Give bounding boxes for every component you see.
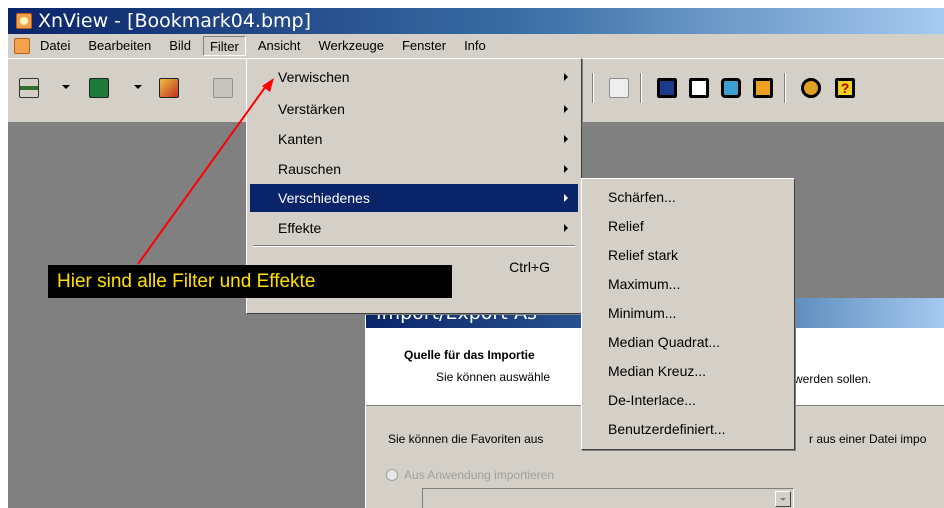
bookmark-tree-icon[interactable] [14, 73, 42, 101]
submenu-item-median-quadrat[interactable]: Median Quadrat... [585, 329, 791, 355]
submenu-arrow-icon [564, 73, 568, 81]
menu-shortcut: Ctrl+G [509, 259, 550, 275]
submenu-arrow-icon [564, 165, 568, 173]
help-icon[interactable]: ? [830, 73, 858, 101]
menu-item-verwischen[interactable]: Verwischen [250, 63, 578, 91]
menu-filter[interactable]: Filter [202, 36, 246, 56]
chevron-down-icon[interactable] [775, 491, 791, 507]
disabled-tool-icon[interactable] [208, 73, 236, 101]
toolbar-separator [592, 73, 594, 103]
submenu-item-schaerfen[interactable]: Schärfen... [585, 184, 791, 210]
submenu-arrow-icon [564, 194, 568, 202]
toolbar-separator [784, 73, 786, 103]
menu-item-label: Rauschen [278, 161, 342, 177]
menu-item-label: Verschiedenes [278, 190, 370, 206]
submenu-arrow-icon [564, 224, 568, 232]
menu-item-effekte[interactable]: Effekte [250, 214, 578, 242]
application-select[interactable] [422, 488, 794, 508]
submenu-item-relief[interactable]: Relief [585, 213, 791, 239]
open-image-icon[interactable] [84, 73, 112, 101]
menu-item-verschiedenes[interactable]: Verschiedenes [250, 184, 578, 212]
menu-item-rauschen[interactable]: Rauschen [250, 155, 578, 183]
print-icon[interactable] [684, 73, 712, 101]
menu-fenster[interactable]: Fenster [396, 36, 452, 56]
convert-icon[interactable] [716, 73, 744, 101]
verschiedenes-submenu: Schärfen... Relief Relief stark Maximum.… [581, 178, 795, 450]
screenshot-stage: XnView - [Bookmark04.bmp] Datei Bearbeit… [0, 0, 944, 508]
annotation-label: Hier sind alle Filter und Effekte [48, 265, 452, 298]
menu-werkzeuge[interactable]: Werkzeuge [312, 36, 390, 56]
menu-item-label: Verstärken [278, 101, 345, 117]
fullscreen-icon[interactable] [652, 73, 680, 101]
submenu-item-minimum[interactable]: Minimum... [585, 300, 791, 326]
system-menu-icon[interactable] [14, 38, 30, 54]
menu-bar: Datei Bearbeiten Bild Filter Ansicht Wer… [8, 34, 944, 58]
dialog-body-text-right: r aus einer Datei impo [809, 432, 927, 446]
menu-item-label: Kanten [278, 131, 323, 147]
camera-icon[interactable] [748, 73, 776, 101]
menu-separator [253, 245, 575, 247]
dialog-subtext: Sie können auswähle [436, 370, 551, 384]
menu-ansicht[interactable]: Ansicht [252, 36, 307, 56]
submenu-item-maximum[interactable]: Maximum... [585, 271, 791, 297]
menu-item-label: Verwischen [278, 69, 350, 85]
settings-icon[interactable] [796, 73, 824, 101]
window-titlebar[interactable]: XnView - [Bookmark04.bmp] [8, 8, 944, 34]
submenu-item-median-kreuz[interactable]: Median Kreuz... [585, 358, 791, 384]
radio-icon[interactable] [386, 469, 398, 481]
toolbar-separator [640, 73, 642, 103]
menu-bild[interactable]: Bild [163, 36, 197, 56]
page-icon[interactable] [604, 73, 632, 101]
menu-item-kanten[interactable]: Kanten [250, 125, 578, 153]
photo-icon[interactable] [154, 73, 182, 101]
menu-item-label: Effekte [278, 220, 322, 236]
import-from-app-radio[interactable]: Aus Anwendung importieren [386, 468, 554, 482]
window-title: XnView - [Bookmark04.bmp] [38, 10, 312, 32]
xnview-app-icon[interactable] [16, 13, 32, 29]
menu-info[interactable]: Info [458, 36, 492, 56]
submenu-item-relief-stark[interactable]: Relief stark [585, 242, 791, 268]
submenu-item-de-interlace[interactable]: De-Interlace... [585, 387, 791, 413]
dialog-heading: Quelle für das Importie [404, 348, 535, 362]
radio-label: Aus Anwendung importieren [404, 468, 555, 482]
submenu-item-benutzerdefiniert[interactable]: Benutzerdefiniert... [585, 416, 791, 442]
dialog-body-text: Sie können die Favoriten aus [388, 432, 544, 446]
dialog-subtext-right: werden sollen. [794, 372, 872, 386]
dropdown-arrow-icon[interactable] [62, 85, 70, 89]
menu-datei[interactable]: Datei [34, 36, 76, 56]
dropdown-arrow-icon[interactable] [134, 85, 142, 89]
menu-item-verstaerken[interactable]: Verstärken [250, 95, 578, 123]
menu-bearbeiten[interactable]: Bearbeiten [82, 36, 157, 56]
submenu-arrow-icon [564, 135, 568, 143]
submenu-arrow-icon [564, 105, 568, 113]
